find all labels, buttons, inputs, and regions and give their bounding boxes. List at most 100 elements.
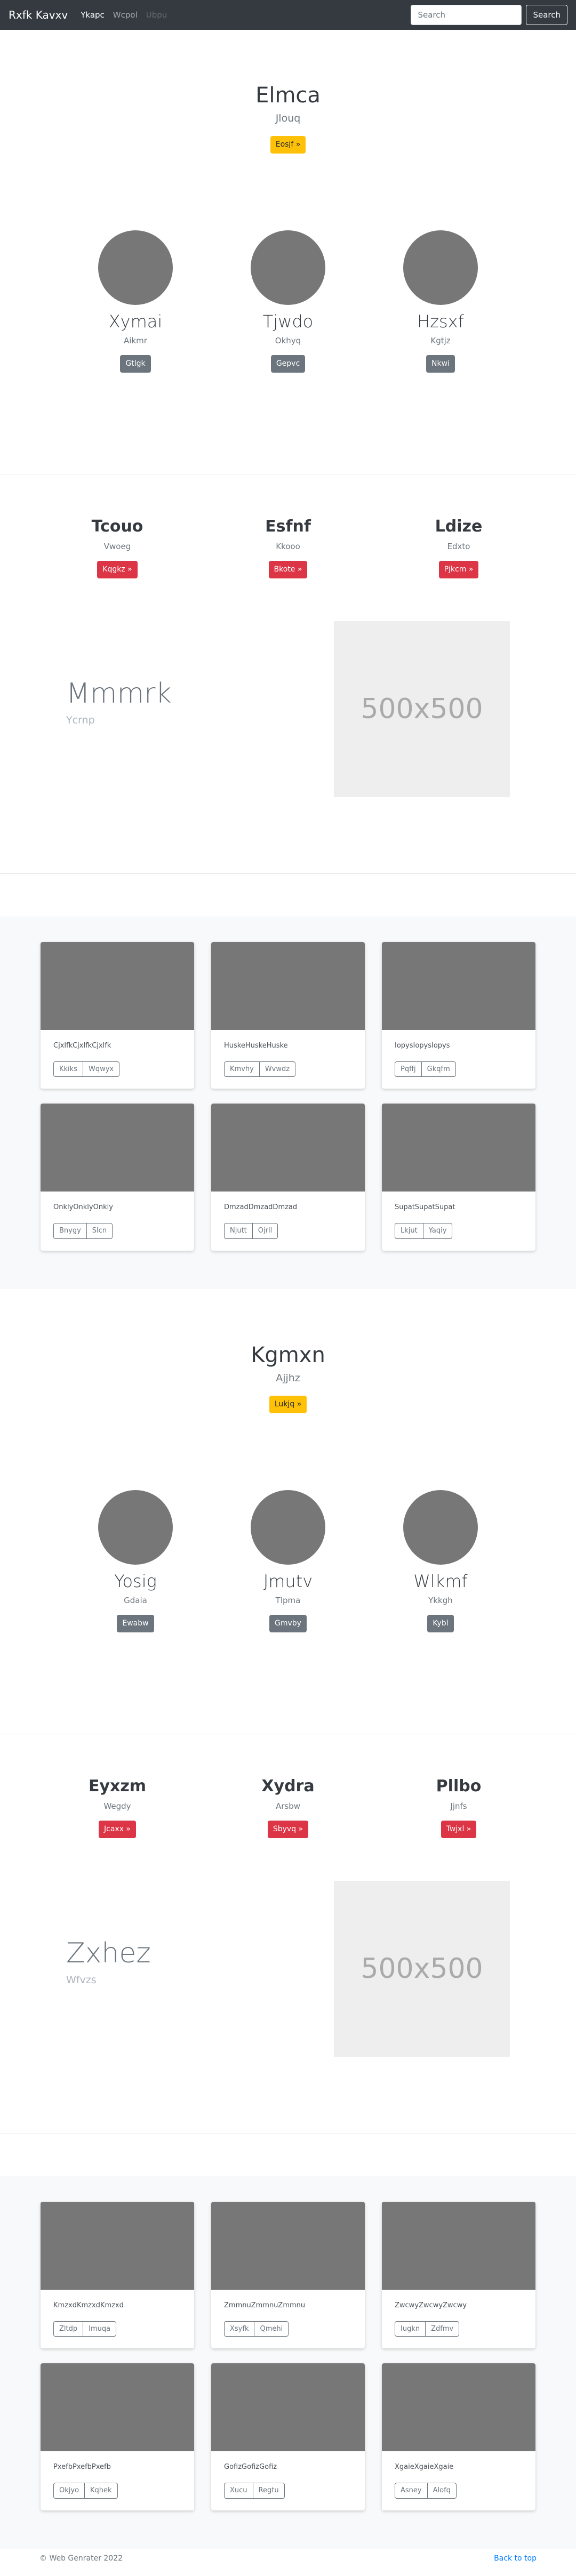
card-button-group: Iugkn Zdfmv <box>395 2321 460 2337</box>
feature-title: Eyxzm <box>88 1776 147 1796</box>
featurette-1: Mmmrk Ycrnp 500x500 <box>0 621 576 797</box>
card-text: CjxlfkCjxlfkCjxlfk <box>53 1041 111 1050</box>
hero-button[interactable]: Lukjq » <box>269 1395 307 1413</box>
card-button-right[interactable]: Ojrll <box>252 1223 278 1239</box>
feature-subtitle: Kkooo <box>276 541 300 551</box>
nav-link-1[interactable]: Ykapc <box>76 10 109 20</box>
search-button[interactable]: Search <box>526 5 567 25</box>
card-button-right[interactable]: Slcn <box>86 1223 113 1239</box>
album-card: GofizGofizGofiz Xucu Regtu <box>211 2363 365 2510</box>
team-member: Xymai Aikmr Gtlgk <box>59 230 212 373</box>
featurette-subheading: Wfvzs <box>66 1974 97 1986</box>
card-text: XgaieXgaieXgaie <box>395 2463 454 2472</box>
card-button-left[interactable]: Njutt <box>224 1223 253 1239</box>
card-button-left[interactable]: Xucu <box>224 2483 253 2499</box>
navbar-brand[interactable]: Rxfk Kavxv <box>9 9 68 21</box>
card-button-left[interactable]: Bnygy <box>53 1223 87 1239</box>
album-card: IopysIopysIopys Pqffj Gkqfm <box>382 941 535 1089</box>
album-card: CjxlfkCjxlfkCjxlfk Kkiks Wqwyx <box>41 941 194 1089</box>
card-button-group: Zltdp Imuqa <box>53 2321 117 2337</box>
card-button-right[interactable]: Zdfmv <box>425 2321 460 2337</box>
member-name: Xymai <box>108 311 163 332</box>
member-button[interactable]: Gepvc <box>270 355 306 373</box>
team-member: Wlkmf Ykkgh Kybl <box>364 1490 517 1632</box>
avatar <box>98 1490 173 1565</box>
team-section-1: Xymai Aikmr Gtlgk Tjwdo Okhyq Gepvc Hzsx… <box>0 230 576 373</box>
card-button-left[interactable]: Okjyo <box>53 2483 85 2499</box>
card-button-left[interactable]: Asney <box>395 2483 428 2499</box>
featurette-subheading: Ycrnp <box>66 714 95 726</box>
member-name: Jmutv <box>263 1571 313 1591</box>
card-button-left[interactable]: Pqffj <box>395 1061 422 1077</box>
card-text: IopysIopysIopys <box>395 1041 450 1050</box>
placeholder-image: 500x500 <box>334 621 510 797</box>
card-button-right[interactable]: Gkqfm <box>421 1061 456 1077</box>
hero-title: Elmca <box>255 83 321 108</box>
member-button[interactable]: Gmvby <box>269 1615 307 1632</box>
card-button-left[interactable]: Xsyfk <box>224 2321 255 2337</box>
section-divider <box>0 873 576 874</box>
feature-column: Ldize Edxto Pjkcm » <box>373 517 544 578</box>
feature-button[interactable]: Bkote » <box>268 560 308 578</box>
feature-title: Xydra <box>261 1776 315 1796</box>
nav-link-2[interactable]: Wcpol <box>109 10 142 20</box>
card-button-right[interactable]: Regtu <box>252 2483 285 2499</box>
member-button[interactable]: Gtlgk <box>120 355 151 373</box>
placeholder-image: 500x500 <box>334 1880 510 2057</box>
card-text: SupatSupatSupat <box>395 1203 455 1212</box>
card-button-left[interactable]: Lkjut <box>395 1223 423 1239</box>
feature-button[interactable]: Twjxl » <box>441 1820 477 1838</box>
hero-button[interactable]: Eosjf » <box>270 136 306 154</box>
member-role: Okhyq <box>275 336 301 346</box>
card-button-right[interactable]: Alofq <box>427 2483 457 2499</box>
card-text: DmzadDmzadDmzad <box>224 1203 298 1212</box>
feature-column: Pllbo Jjnfs Twjxl » <box>373 1777 544 1838</box>
card-button-left[interactable]: Zltdp <box>53 2321 84 2337</box>
card-text: ZwcwyZwcwyZwcwy <box>395 2301 467 2309</box>
member-name: Tjwdo <box>262 311 314 332</box>
featurette-heading: Zxhez <box>66 1937 151 1969</box>
member-button[interactable]: Ewabw <box>117 1615 154 1632</box>
card-button-right[interactable]: Wvwdz <box>259 1061 296 1077</box>
album-section-2: KmzxdKmzxdKmzxd Zltdp Imuqa ZmmnuZmmnuZm… <box>0 2176 576 2549</box>
member-button[interactable]: Nkwi <box>426 355 455 373</box>
features-section-1: Tcouo Vwoeg Kqgkz » Esfnf Kkooo Bkote » … <box>0 517 576 578</box>
member-button[interactable]: Kybl <box>427 1615 454 1632</box>
album-card: DmzadDmzadDmzad Njutt Ojrll <box>211 1104 365 1251</box>
footer-copyright: © Web Genrater 2022 <box>39 2554 123 2563</box>
feature-button[interactable]: Jcaxx » <box>99 1820 136 1838</box>
card-button-left[interactable]: Iugkn <box>395 2321 426 2337</box>
member-role: Aikmr <box>124 336 147 346</box>
navbar: Rxfk Kavxv Ykapc Wcpol Ubpu Search <box>0 0 576 30</box>
card-button-right[interactable]: Qmehi <box>254 2321 289 2337</box>
card-button-left[interactable]: Kmvhy <box>224 1061 260 1077</box>
card-button-right[interactable]: Yaqiy <box>422 1223 453 1239</box>
team-member: Yosig Gdaia Ewabw <box>59 1490 212 1632</box>
card-button-group: Kmvhy Wvwdz <box>224 1061 296 1077</box>
card-button-group: Xsyfk Qmehi <box>224 2321 289 2337</box>
feature-column: Tcouo Vwoeg Kqgkz » <box>32 517 203 578</box>
search-input[interactable] <box>411 5 522 25</box>
card-button-right[interactable]: Imuqa <box>83 2321 117 2337</box>
feature-button[interactable]: Sbyvq » <box>267 1820 309 1838</box>
footer: © Web Genrater 2022 Back to top <box>0 2549 576 2568</box>
card-thumbnail <box>211 1104 365 1192</box>
feature-column: Xydra Arsbw Sbyvq » <box>203 1777 373 1838</box>
card-button-left[interactable]: Kkiks <box>53 1061 83 1077</box>
feature-button[interactable]: Pjkcm » <box>438 560 479 578</box>
album-card: KmzxdKmzxdKmzxd Zltdp Imuqa <box>41 2201 194 2349</box>
hero-subtitle: Jlouq <box>275 112 301 124</box>
feature-button[interactable]: Kqgkz » <box>97 560 138 578</box>
card-text: ZmmnuZmmnuZmmnu <box>224 2301 306 2309</box>
card-button-right[interactable]: Kqhek <box>84 2483 118 2499</box>
feature-subtitle: Jjnfs <box>450 1801 467 1811</box>
back-to-top-link[interactable]: Back to top <box>494 2554 537 2563</box>
member-name: Yosig <box>114 1571 157 1591</box>
card-button-group: Pqffj Gkqfm <box>395 1061 456 1077</box>
team-member: Hzsxf Kgtjz Nkwi <box>364 230 517 373</box>
team-section-2: Yosig Gdaia Ewabw Jmutv Tlpma Gmvby Wlkm… <box>0 1490 576 1632</box>
card-thumbnail <box>382 2363 535 2452</box>
card-button-right[interactable]: Wqwyx <box>82 1061 120 1077</box>
album-card: ZmmnuZmmnuZmmnu Xsyfk Qmehi <box>211 2201 365 2349</box>
avatar <box>251 230 325 305</box>
